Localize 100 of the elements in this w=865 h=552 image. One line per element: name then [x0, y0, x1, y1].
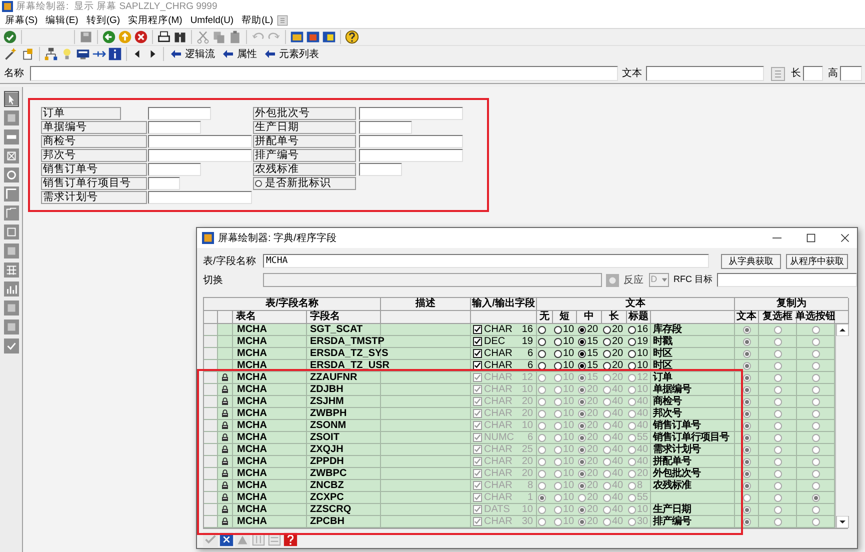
text-size-radio[interactable]: 15 — [578, 336, 598, 348]
row-selector[interactable] — [204, 324, 218, 336]
text-size-radio[interactable]: 10 — [628, 384, 648, 396]
copy-as-radio[interactable] — [812, 470, 820, 478]
scroll-down-icon[interactable] — [836, 516, 849, 528]
input-field[interactable] — [148, 191, 252, 204]
text-size-radio[interactable]: 20 — [578, 516, 598, 528]
copy-as-radio[interactable] — [812, 410, 820, 418]
window-icon[interactable] — [306, 30, 320, 44]
io-checkbox[interactable] — [473, 457, 482, 466]
io-checkbox[interactable] — [473, 445, 482, 454]
chart-icon[interactable] — [4, 281, 18, 297]
text-size-radio[interactable]: 10 — [554, 432, 574, 444]
list-icon[interactable] — [771, 66, 785, 80]
text-size-radio[interactable] — [538, 398, 546, 406]
text-size-radio[interactable]: 10 — [554, 396, 574, 408]
text-size-radio[interactable]: 55 — [628, 492, 648, 504]
copy-as-radio[interactable] — [812, 350, 820, 358]
text-size-radio[interactable]: 20 — [603, 372, 624, 384]
io-checkbox[interactable] — [473, 517, 482, 526]
text-size-radio[interactable]: 10 — [554, 492, 574, 504]
text-size-radio[interactable]: 40 — [628, 408, 648, 420]
text-size-radio[interactable]: 10 — [628, 504, 648, 516]
text-size-radio[interactable] — [538, 446, 546, 454]
menu-item[interactable]: 帮助(L) — [238, 14, 278, 27]
close-icon[interactable] — [839, 232, 851, 244]
tab-icon[interactable] — [4, 205, 18, 221]
copy-as-radio[interactable] — [774, 506, 782, 514]
text-size-radio[interactable]: 40 — [628, 396, 648, 408]
text-size-radio[interactable]: 15 — [578, 372, 598, 384]
value-help-icon[interactable] — [606, 274, 619, 286]
menu-item[interactable]: 转到(G) — [82, 14, 124, 27]
copy-as-radio[interactable] — [774, 326, 782, 334]
io-checkbox[interactable] — [473, 433, 482, 442]
text-size-radio[interactable]: 15 — [578, 348, 598, 360]
copy-as-radio[interactable] — [812, 506, 820, 514]
text-size-radio[interactable]: 20 — [628, 468, 648, 480]
row-selector[interactable] — [204, 504, 218, 516]
text-size-radio[interactable]: 10 — [554, 516, 574, 528]
checkbox-icon[interactable] — [4, 148, 18, 164]
program-button[interactable]: 从程序中获取 — [786, 254, 848, 268]
table-row[interactable]: MCHA ZPCBH CHAR 30 10 20 40 30 排产编号 — [204, 516, 835, 528]
row-selector[interactable] — [204, 456, 218, 468]
row-selector[interactable] — [204, 468, 218, 480]
navigation-button[interactable]: 逻辑流 — [168, 46, 217, 62]
text-size-radio[interactable] — [538, 326, 546, 334]
text-size-radio[interactable]: 20 — [603, 360, 624, 372]
table-row[interactable]: MCHA ZPPDH CHAR 20 10 20 40 40 拼配单号 — [204, 456, 835, 468]
text-size-radio[interactable]: 20 — [578, 324, 598, 336]
io-checkbox[interactable] — [473, 421, 482, 430]
copy-as-radio[interactable] — [742, 350, 750, 358]
text-size-radio[interactable] — [538, 470, 546, 478]
text-size-radio[interactable]: 30 — [628, 516, 648, 528]
table-row[interactable]: MCHA ZWBPH CHAR 20 10 20 40 40 邦次号 — [204, 408, 835, 420]
table-field-input[interactable]: MCHA — [263, 254, 709, 268]
text-size-radio[interactable] — [538, 362, 546, 370]
copy-as-radio[interactable] — [812, 386, 820, 394]
text-size-radio[interactable]: 10 — [554, 324, 574, 336]
text-size-radio[interactable]: 40 — [603, 384, 624, 396]
text-size-radio[interactable]: 20 — [603, 324, 624, 336]
text-size-radio[interactable]: 40 — [628, 444, 648, 456]
text-size-radio[interactable]: 19 — [628, 336, 648, 348]
input-field[interactable] — [359, 107, 463, 120]
menu-item[interactable]: 编辑(E) — [42, 14, 82, 27]
text-size-radio[interactable]: 10 — [554, 456, 574, 468]
screen-icon[interactable] — [76, 47, 90, 61]
menu-grid-icon[interactable] — [277, 15, 288, 26]
print-icon[interactable] — [157, 30, 171, 44]
row-selector[interactable] — [204, 516, 218, 528]
io-checkbox[interactable] — [473, 325, 482, 334]
io-checkbox[interactable] — [473, 385, 482, 394]
reaction-dropdown[interactable]: D — [648, 273, 668, 287]
text-size-radio[interactable]: 20 — [603, 348, 624, 360]
text-size-radio[interactable]: 10 — [554, 360, 574, 372]
text-size-radio[interactable]: 10 — [554, 420, 574, 432]
text-size-radio[interactable]: 40 — [603, 420, 624, 432]
document-icon[interactable] — [21, 47, 35, 61]
copy-as-radio[interactable] — [774, 494, 782, 502]
row-selector[interactable] — [204, 492, 218, 504]
row-selector[interactable] — [204, 336, 218, 348]
window-icon[interactable] — [322, 30, 336, 44]
copy-as-radio[interactable] — [812, 326, 820, 334]
height-field[interactable] — [840, 66, 862, 81]
row-selector[interactable] — [204, 384, 218, 396]
row-selector[interactable] — [204, 396, 218, 408]
text-size-radio[interactable]: 20 — [578, 384, 598, 396]
text-size-radio[interactable] — [538, 518, 546, 526]
info-icon[interactable] — [108, 47, 122, 61]
text-size-radio[interactable] — [538, 410, 546, 418]
table-row[interactable]: MCHA ZZAUFNR CHAR 12 10 15 20 12 订单 — [204, 372, 835, 384]
text-size-radio[interactable] — [538, 374, 546, 382]
dictionary-button[interactable]: 从字典获取 — [721, 254, 781, 268]
input-field[interactable] — [359, 149, 463, 162]
copy-as-radio[interactable] — [812, 482, 820, 490]
copy-as-radio[interactable] — [742, 326, 750, 334]
text-field[interactable] — [646, 66, 764, 81]
text-size-radio[interactable] — [538, 350, 546, 358]
row-selector[interactable] — [204, 480, 218, 492]
table-row[interactable]: MCHA ZSONM CHAR 10 10 20 40 40 销售订单号 — [204, 420, 835, 432]
text-size-radio[interactable]: 20 — [603, 336, 624, 348]
